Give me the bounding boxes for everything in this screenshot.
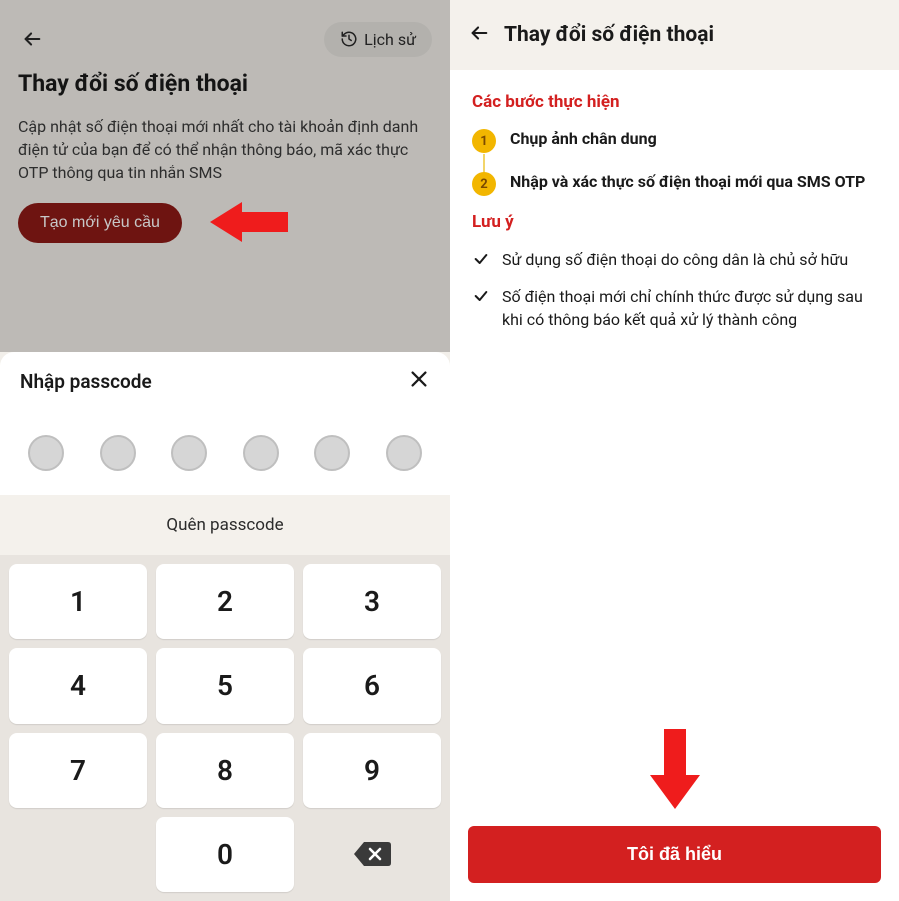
- keypad-0[interactable]: 0: [156, 817, 294, 892]
- step-number: 1: [472, 129, 496, 153]
- annotation-arrow-icon: [210, 198, 290, 246]
- passcode-dot: [100, 435, 136, 471]
- keypad-backspace[interactable]: [303, 817, 441, 892]
- passcode-dot: [314, 435, 350, 471]
- notes-heading: Lưu ý: [472, 212, 877, 232]
- annotation-arrow-icon: [648, 727, 702, 811]
- back-button[interactable]: [468, 22, 490, 48]
- passcode-dots: [0, 405, 450, 495]
- step-text: Nhập và xác thực số điện thoại mới qua S…: [510, 171, 865, 193]
- passcode-sheet: Nhập passcode Quên passcode 1 2 3 4 5 6 …: [0, 352, 450, 901]
- arrow-left-icon: [468, 22, 490, 44]
- step-item: 2 Nhập và xác thực số điện thoại mới qua…: [472, 171, 877, 196]
- right-body: Các bước thực hiện 1 Chụp ảnh chân dung …: [450, 70, 899, 826]
- keypad-5[interactable]: 5: [156, 648, 294, 723]
- backspace-icon: [352, 839, 392, 869]
- close-button[interactable]: [408, 368, 430, 395]
- passcode-dot: [28, 435, 64, 471]
- note-item: Số điện thoại mới chỉ chính thức được sử…: [472, 285, 877, 331]
- keypad-8[interactable]: 8: [156, 733, 294, 808]
- numeric-keypad: 1 2 3 4 5 6 7 8 9 0: [0, 555, 450, 901]
- passcode-dot: [171, 435, 207, 471]
- step-number: 2: [472, 172, 496, 196]
- keypad-empty: [9, 817, 147, 892]
- forgot-passcode-link[interactable]: Quên passcode: [0, 495, 450, 555]
- passcode-dot: [386, 435, 422, 471]
- check-icon: [472, 251, 490, 267]
- steps-heading: Các bước thực hiện: [472, 92, 877, 112]
- sheet-title: Nhập passcode: [20, 370, 152, 393]
- right-header: Thay đổi số điện thoại: [450, 0, 899, 70]
- check-icon: [472, 288, 490, 304]
- keypad-4[interactable]: 4: [9, 648, 147, 723]
- keypad-2[interactable]: 2: [156, 564, 294, 639]
- close-icon: [408, 368, 430, 390]
- keypad-9[interactable]: 9: [303, 733, 441, 808]
- sheet-header: Nhập passcode: [0, 352, 450, 405]
- passcode-dot: [243, 435, 279, 471]
- confirm-button[interactable]: Tôi đã hiểu: [468, 826, 881, 883]
- keypad-7[interactable]: 7: [9, 733, 147, 808]
- keypad-3[interactable]: 3: [303, 564, 441, 639]
- page-title: Thay đổi số điện thoại: [504, 23, 714, 47]
- keypad-6[interactable]: 6: [303, 648, 441, 723]
- note-item: Sử dụng số điện thoại do công dân là chủ…: [472, 248, 877, 271]
- dim-overlay: [0, 0, 450, 352]
- note-text: Sử dụng số điện thoại do công dân là chủ…: [502, 248, 848, 271]
- left-screen: Lịch sử Thay đổi số điện thoại Cập nhật …: [0, 0, 450, 901]
- right-screen: Thay đổi số điện thoại Các bước thực hiệ…: [450, 0, 899, 901]
- step-text: Chụp ảnh chân dung: [510, 128, 657, 150]
- note-text: Số điện thoại mới chỉ chính thức được sử…: [502, 285, 877, 331]
- step-item: 1 Chụp ảnh chân dung: [472, 128, 877, 153]
- keypad-1[interactable]: 1: [9, 564, 147, 639]
